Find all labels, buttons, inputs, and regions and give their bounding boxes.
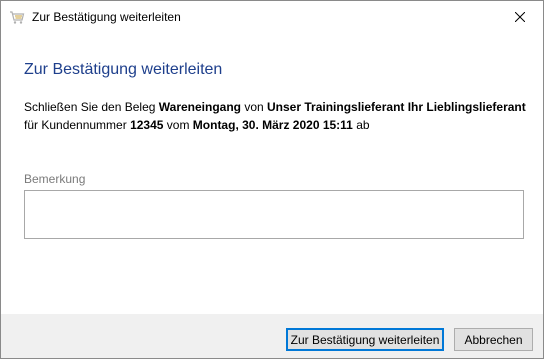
window-title: Zur Bestätigung weiterleiten bbox=[32, 10, 181, 24]
close-button[interactable] bbox=[497, 1, 543, 32]
supplier-name: Unser Trainingslieferant Ihr Lieblingsli… bbox=[267, 100, 526, 114]
document-date: Montag, 30. März 2020 15:11 bbox=[192, 118, 353, 132]
dialog-footer: Zur Bestätigung weiterleiten Abbrechen bbox=[1, 314, 543, 358]
close-icon bbox=[515, 11, 525, 22]
cancel-button[interactable]: Abbrechen bbox=[454, 328, 533, 351]
message-text: von bbox=[241, 100, 268, 114]
message-text: ab bbox=[352, 118, 370, 132]
shopping-cart-icon bbox=[9, 9, 25, 25]
dialog-heading: Zur Bestätigung weiterleiten bbox=[24, 61, 223, 78]
confirm-forward-button[interactable]: Zur Bestätigung weiterleiten bbox=[286, 328, 444, 351]
remark-label: Bemerkung bbox=[24, 172, 86, 186]
document-type: Wareneingang bbox=[158, 100, 241, 114]
message-text: vom bbox=[163, 118, 193, 132]
message-text: für Kundennummer bbox=[24, 118, 131, 132]
customer-number: 12345 bbox=[130, 118, 164, 132]
title-bar: Zur Bestätigung weiterleiten bbox=[1, 1, 543, 32]
dialog-message: Schließen Sie den Beleg Wareneingang von… bbox=[24, 98, 534, 134]
remark-input[interactable] bbox=[24, 190, 524, 239]
dialog-window: Zur Bestätigung weiterleiten Zur Bestäti… bbox=[0, 0, 544, 359]
message-text: Schließen Sie den Beleg bbox=[24, 100, 159, 114]
